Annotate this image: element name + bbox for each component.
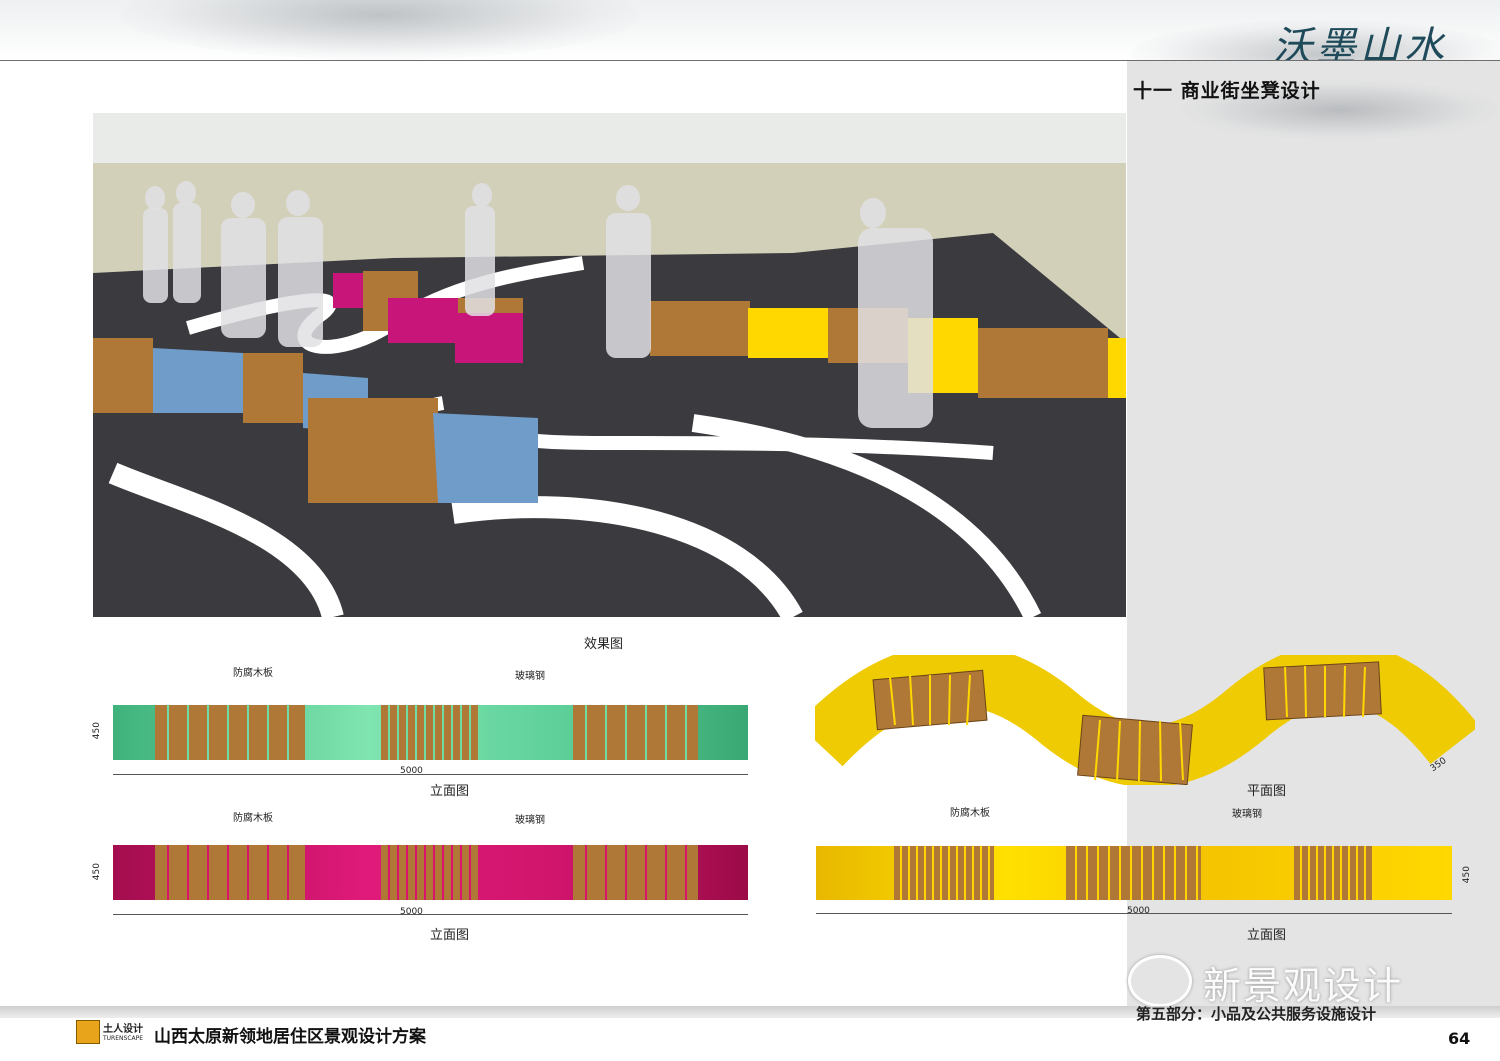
dim-length: 5000	[400, 907, 423, 917]
dim-height: 450	[92, 863, 102, 881]
dimension-line	[113, 774, 748, 775]
wood-slats	[1294, 846, 1374, 900]
project-title: 山西太原新领地居住区景观设计方案	[154, 1027, 426, 1047]
label-fiberglass: 玻璃钢	[515, 671, 545, 682]
elevation-bench-yellow	[816, 846, 1452, 900]
render-illustration	[93, 113, 1126, 623]
brand-name: 土人设计	[103, 1024, 143, 1035]
wood-slats	[155, 845, 305, 900]
label-fiberglass: 玻璃钢	[1232, 809, 1262, 820]
elevation-caption: 立面图	[1247, 928, 1287, 943]
plan-caption: 平面图	[1247, 784, 1287, 799]
label-fiberglass: 玻璃钢	[515, 815, 545, 826]
wechat-icon	[1128, 955, 1192, 1007]
watermark-text: 新景观设计	[1203, 964, 1404, 1008]
perspective-render	[93, 113, 1126, 623]
wood-slats	[573, 705, 698, 760]
wood-slats	[155, 705, 305, 760]
label-wood-board: 防腐木板	[233, 813, 273, 824]
section-title: 十一 商业街坐凳设计	[1133, 80, 1321, 102]
plan-view	[797, 642, 1480, 788]
dim-length: 5000	[1127, 906, 1150, 916]
dimension-line	[113, 914, 748, 915]
wood-slats	[573, 845, 698, 900]
wood-slats	[894, 846, 994, 900]
wood-slats	[381, 705, 479, 760]
page-number: 64	[1448, 1029, 1471, 1048]
turenscape-logo-icon	[76, 1020, 100, 1044]
part-title: 第五部分：小品及公共服务设施设计	[1136, 1005, 1377, 1023]
elevation-bench-magenta	[113, 845, 748, 900]
label-wood-board: 防腐木板	[233, 668, 273, 679]
wood-slats	[381, 845, 479, 900]
dim-height: 450	[92, 722, 102, 740]
brand-name-en: TURENSCAPE	[103, 1035, 144, 1042]
wood-slats	[1066, 846, 1201, 900]
elevation-caption: 立面图	[430, 784, 470, 799]
dim-height: 450	[1462, 866, 1472, 884]
render-caption: 效果图	[584, 637, 624, 652]
plan-drawing	[797, 642, 1480, 788]
label-wood-board: 防腐木板	[950, 808, 990, 819]
elevation-caption: 立面图	[430, 928, 470, 943]
elevation-bench-green	[113, 705, 748, 760]
dim-length: 5000	[400, 766, 423, 776]
